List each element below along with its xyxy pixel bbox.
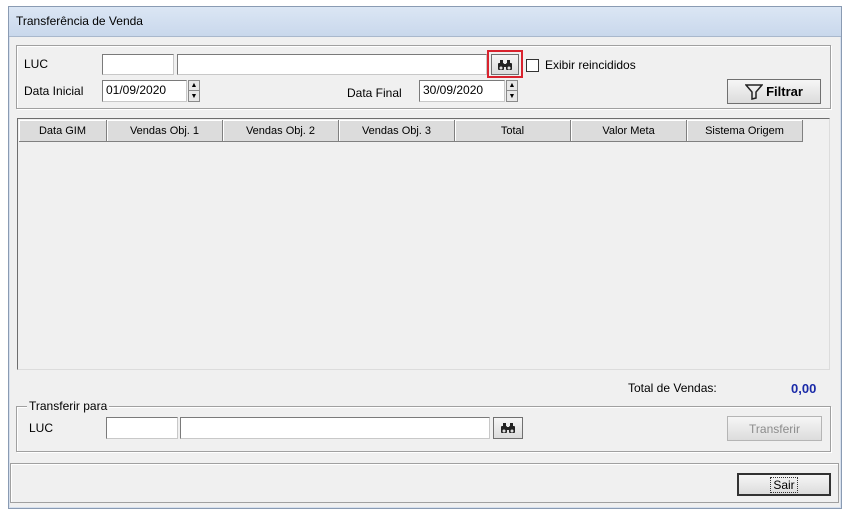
column-header[interactable]: Vendas Obj. 1 [107, 120, 223, 142]
column-header[interactable]: Valor Meta [571, 120, 687, 142]
data-final-spinner[interactable]: ▲ ▼ [506, 80, 518, 102]
transfer-luc-code-input[interactable] [106, 417, 178, 439]
spin-down-icon[interactable]: ▼ [507, 91, 517, 101]
spin-up-icon[interactable]: ▲ [507, 81, 517, 91]
data-final-input[interactable]: 30/09/2020 [419, 80, 505, 102]
window-title: Transferência de Venda [16, 14, 143, 28]
data-inicial-spinner[interactable]: ▲ ▼ [188, 80, 200, 102]
binoculars-icon [498, 59, 512, 70]
exibir-reincididos-checkbox[interactable] [526, 59, 539, 72]
column-header[interactable]: Total [455, 120, 571, 142]
data-inicial-label: Data Inicial [24, 84, 84, 98]
transfer-luc-search-button[interactable] [493, 417, 523, 439]
column-header[interactable]: Sistema Origem [687, 120, 803, 142]
data-final-label: Data Final [347, 86, 402, 100]
filtrar-button[interactable]: Filtrar [727, 79, 821, 104]
sair-label: Sair [770, 476, 798, 493]
luc-code-input[interactable] [102, 54, 174, 75]
filtrar-label: Filtrar [766, 84, 803, 99]
luc-search-button[interactable] [491, 54, 519, 75]
luc-name-input[interactable] [177, 54, 487, 75]
total-vendas-value: 0,00 [791, 381, 817, 396]
transferir-button[interactable]: Transferir [727, 416, 822, 441]
total-vendas-label: Total de Vendas: [628, 381, 717, 395]
column-header[interactable]: Vendas Obj. 3 [339, 120, 455, 142]
transfer-luc-name-input[interactable] [180, 417, 490, 439]
sair-button[interactable]: Sair [737, 473, 831, 496]
footer-bar [10, 463, 839, 503]
transfer-luc-label: LUC [29, 421, 54, 435]
funnel-icon [745, 83, 764, 100]
column-header[interactable]: Data GIM [19, 120, 107, 142]
sales-grid[interactable]: Data GIM Vendas Obj. 1 Vendas Obj. 2 Ven… [17, 118, 830, 370]
binoculars-icon [501, 423, 515, 433]
column-header[interactable]: Vendas Obj. 2 [223, 120, 339, 142]
luc-label: LUC [24, 57, 49, 71]
spin-down-icon[interactable]: ▼ [189, 91, 199, 101]
data-inicial-input[interactable]: 01/09/2020 [102, 80, 187, 102]
exibir-reincididos-label: Exibir reincididos [545, 58, 636, 72]
spin-up-icon[interactable]: ▲ [189, 81, 199, 91]
transfer-group-label: Transferir para [27, 399, 110, 413]
